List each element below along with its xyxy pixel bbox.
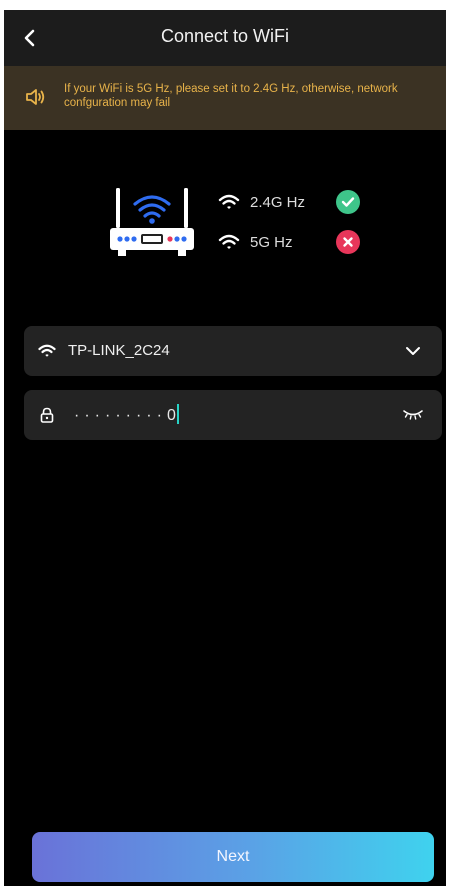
next-button[interactable]: Next [32, 832, 434, 882]
page-title: Connect to WiFi [160, 26, 290, 46]
warning-banner: If your WiFi is 5G Hz, please set it to … [4, 66, 446, 130]
wifi-network-select[interactable]: TP-LINK_2C24 [24, 326, 442, 376]
wifi-setup-screen: Connect to WiFi If your WiFi is 5G Hz, p… [4, 10, 446, 886]
wifi-icon [218, 194, 240, 209]
wifi-icon [218, 234, 240, 249]
password-input[interactable]: ·········0 [74, 404, 179, 425]
eye-closed-icon[interactable] [402, 407, 424, 421]
speaker-icon [26, 89, 45, 105]
band-unsupported-badge [336, 230, 360, 254]
band-label: 2.4G Hz [250, 193, 306, 211]
wifi-ssid-value: TP-LINK_2C24 [68, 342, 170, 359]
band-supported-badge [336, 190, 360, 214]
warning-text: If your WiFi is 5G Hz, please set it to … [64, 83, 398, 109]
router-icon [110, 188, 194, 256]
lock-icon [40, 407, 54, 423]
band-row-5g: 5G Hz [218, 229, 378, 255]
band-row-2-4g: 2.4G Hz [218, 189, 378, 215]
close-icon [343, 237, 353, 247]
password-masked-value: ·········0 [74, 407, 181, 424]
band-label: 5G Hz [250, 233, 293, 251]
check-icon [341, 197, 355, 207]
wifi-password-field[interactable]: ·········0 [24, 390, 442, 440]
chevron-down-icon[interactable] [404, 342, 422, 360]
top-bar: Connect to WiFi [4, 10, 446, 66]
text-cursor [176, 404, 179, 424]
wifi-icon [38, 344, 56, 357]
